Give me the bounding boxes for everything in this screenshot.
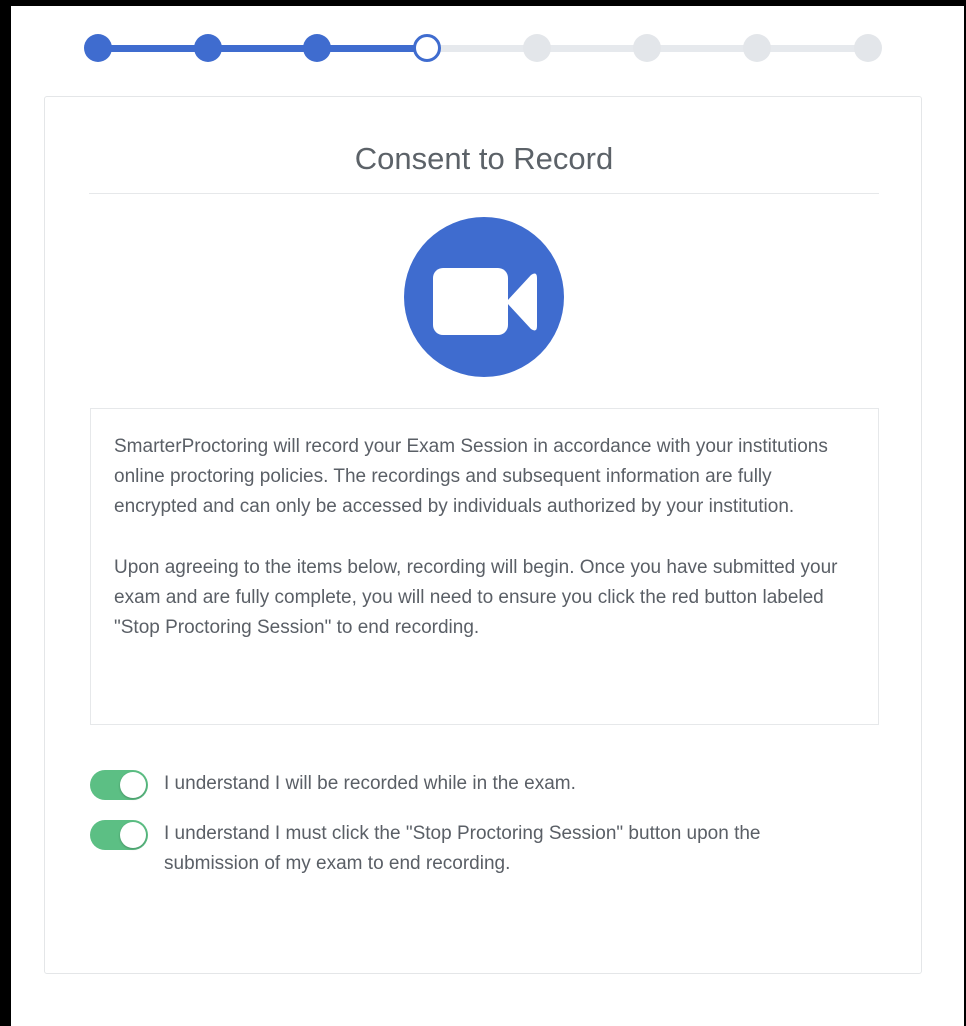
info-paragraph-1: SmarterProctoring will record your Exam … bbox=[114, 436, 828, 517]
consent-card: Consent to Record SmarterProctoring will… bbox=[44, 96, 922, 974]
info-paragraph-2: Upon agreeing to the items below, record… bbox=[114, 557, 838, 638]
step-3 bbox=[303, 34, 331, 62]
video-camera-icon bbox=[404, 217, 564, 377]
consent-info-box: SmarterProctoring will record your Exam … bbox=[90, 408, 879, 725]
page-title: Consent to Record bbox=[354, 141, 614, 176]
step-2 bbox=[194, 34, 222, 62]
consent-recorded-row[interactable]: I understand I will be recorded while in… bbox=[90, 770, 850, 800]
step-1 bbox=[84, 34, 112, 62]
consent-stop-session-row[interactable]: I understand I must click the "Stop Proc… bbox=[90, 820, 830, 879]
toggle-knob bbox=[120, 772, 146, 798]
title-divider bbox=[89, 193, 879, 194]
step-6 bbox=[633, 34, 661, 62]
toggle-knob bbox=[120, 822, 146, 848]
step-7 bbox=[743, 34, 771, 62]
consent-stop-session-label: I understand I must click the "Stop Proc… bbox=[164, 823, 761, 874]
stepper-track-complete bbox=[98, 45, 428, 52]
step-5 bbox=[523, 34, 551, 62]
consent-recorded-label: I understand I will be recorded while in… bbox=[164, 773, 576, 794]
consent-stop-session-toggle[interactable] bbox=[90, 820, 148, 850]
step-4-current bbox=[413, 34, 441, 62]
consent-recorded-toggle[interactable] bbox=[90, 770, 148, 800]
progress-stepper bbox=[0, 0, 966, 100]
step-8 bbox=[854, 34, 882, 62]
